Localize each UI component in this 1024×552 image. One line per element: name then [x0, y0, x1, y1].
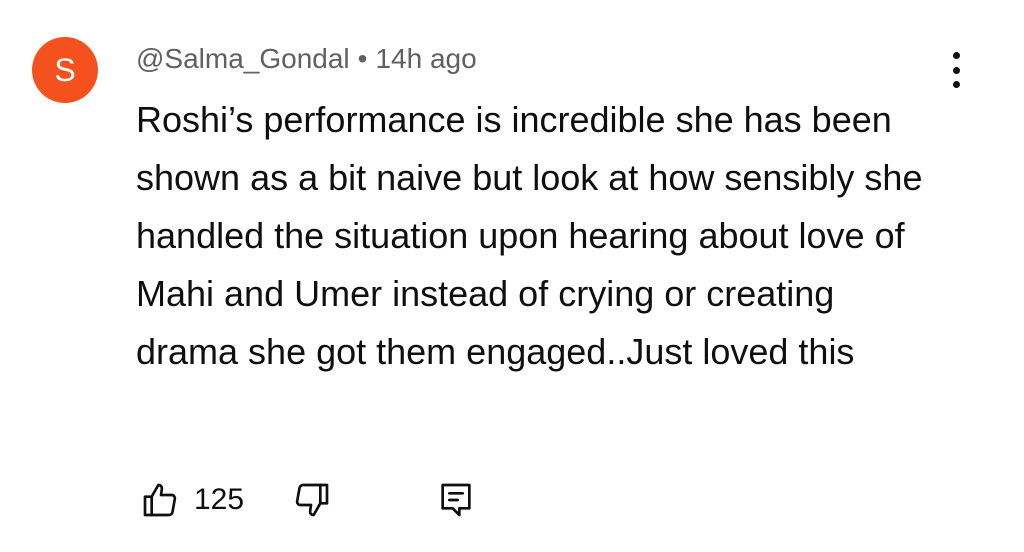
- like-count: 125: [194, 483, 245, 516]
- comment-text: Roshi’s performance is incredible she ha…: [136, 99, 923, 372]
- menu-dot: [952, 52, 960, 59]
- comment-actions: 125: [136, 474, 480, 526]
- more-vertical-icon[interactable]: [938, 48, 974, 92]
- comment-item: S @Salma_Gondal • 14h ago Roshi’s performa…: [0, 0, 1024, 552]
- thumbs-up-icon: [143, 483, 177, 517]
- avatar-letter: S: [54, 52, 76, 88]
- reply-comment-icon: [441, 483, 471, 517]
- avatar[interactable]: S: [32, 37, 98, 103]
- menu-dot: [952, 81, 960, 88]
- like-button[interactable]: [136, 476, 184, 524]
- reply-button[interactable]: [432, 476, 480, 524]
- dislike-button[interactable]: [288, 476, 336, 524]
- menu-dot: [952, 66, 960, 74]
- author-handle[interactable]: @Salma_Gondal: [136, 43, 350, 74]
- comment-header: @Salma_Gondal • 14h ago: [136, 42, 477, 76]
- thumbs-down-icon: [295, 483, 329, 517]
- header-separator: •: [357, 43, 368, 74]
- comment-timestamp: 14h ago: [375, 43, 477, 74]
